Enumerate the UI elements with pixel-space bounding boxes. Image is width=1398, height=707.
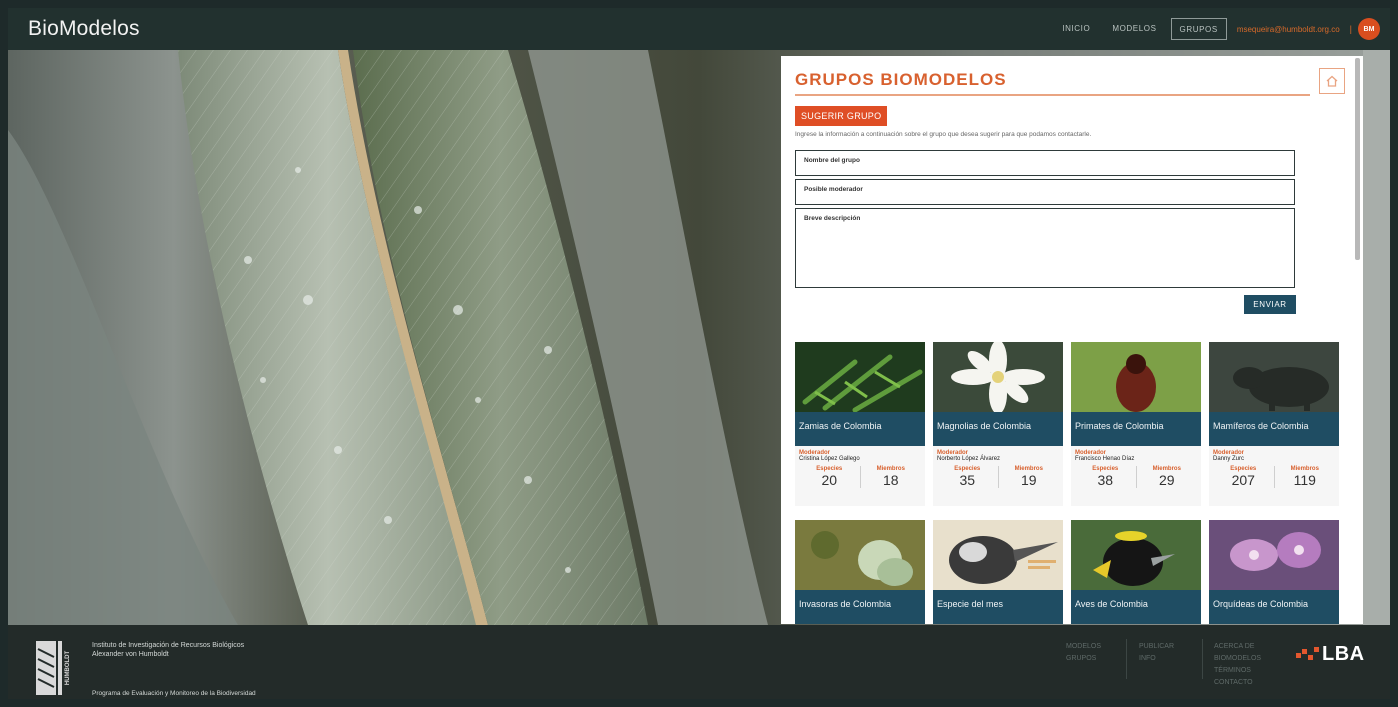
group-image — [1209, 342, 1339, 412]
group-image — [795, 520, 925, 590]
footer-col-1: MODELOS GRUPOS — [1066, 641, 1101, 665]
group-image — [795, 342, 925, 412]
group-info: Moderador Cristina López Gallego Especie… — [795, 446, 925, 506]
species-count: 38 — [1097, 472, 1114, 488]
group-card-invasoras[interactable]: Invasoras de Colombia — [795, 520, 925, 624]
group-name: Primates de Colombia — [1071, 412, 1201, 446]
app-logo-text[interactable]: BioModelos — [28, 17, 140, 41]
species-count: 35 — [959, 472, 976, 488]
lba-text: LBA — [1322, 643, 1365, 665]
moderator-name: Cristina López Gallego — [799, 456, 860, 462]
top-bar: BioModelos INICIO MODELOS GRUPOS msequei… — [8, 8, 1390, 50]
panel-title: GRUPOS BIOMODELOS — [795, 70, 1007, 89]
group-info: Moderador Francisco Henao Díaz Especies 3… — [1071, 446, 1201, 506]
institute-line-2: Alexander von Humboldt — [92, 651, 169, 658]
lba-logo[interactable]: LBA — [1296, 643, 1365, 666]
group-name-field[interactable]: Nombre del grupo — [795, 150, 1295, 176]
footer-link-acerca-de[interactable]: ACERCA DE — [1214, 641, 1261, 653]
moderator-name: Francisco Henao Díaz — [1075, 456, 1135, 462]
footer-divider — [1126, 639, 1127, 679]
footer-link-publicar[interactable]: PUBLICAR — [1139, 641, 1174, 653]
footer-link-terminos[interactable]: TÉRMINOS — [1214, 665, 1261, 677]
home-icon — [1326, 75, 1338, 87]
group-card-zamias[interactable]: Zamias de Colombia Moderador Cristina Ló… — [795, 342, 925, 506]
group-card-especie-del-mes[interactable]: Especie del mes — [933, 520, 1063, 624]
members-count: 119 — [1293, 472, 1316, 488]
footer-link-info[interactable]: INFO — [1139, 653, 1174, 665]
nav-modelos[interactable]: MODELOS — [1104, 18, 1164, 40]
institute-line-1: Instituto de Investigación de Recursos B… — [92, 642, 245, 649]
main-nav: INICIO MODELOS GRUPOS msequeira@humboldt… — [1054, 18, 1380, 40]
send-button[interactable]: ENVIAR — [1244, 295, 1296, 314]
groups-panel: GRUPOS BIOMODELOS SUGERIR GRUPO Ingrese … — [781, 56, 1363, 624]
moderator-field[interactable]: Posible moderador — [795, 179, 1295, 205]
logo-text: HUMBOLDT — [65, 651, 71, 686]
nav-separator: | — [1349, 24, 1352, 34]
footer: HUMBOLDT Instituto de Investigación de R… — [8, 625, 1390, 699]
members-count: 19 — [1020, 472, 1037, 488]
footer-link-biomodelos[interactable]: BIOMODELOS — [1214, 653, 1261, 665]
moderator-name: Danny Zurc — [1213, 456, 1245, 462]
group-name: Mamíferos de Colombia — [1209, 412, 1339, 446]
home-button[interactable] — [1319, 68, 1345, 94]
suggest-description: Ingrese la información a continuación so… — [795, 131, 1092, 138]
members-count: 18 — [882, 472, 899, 488]
user-email-link[interactable]: msequeira@humboldt.org.co — [1233, 25, 1344, 34]
members-count: 29 — [1158, 472, 1175, 488]
description-textarea[interactable]: Breve descripción — [795, 208, 1295, 288]
group-image — [1209, 520, 1339, 590]
group-image — [933, 520, 1063, 590]
group-card-aves[interactable]: Aves de Colombia — [1071, 520, 1201, 624]
moderator-name: Norberto López Álvarez — [937, 456, 1001, 462]
group-name: Orquídeas de Colombia — [1209, 590, 1339, 624]
group-name: Especie del mes — [933, 590, 1063, 624]
program-name: Programa de Evaluación y Monitoreo de la… — [92, 690, 256, 697]
group-image — [1071, 342, 1201, 412]
footer-col-3: ACERCA DE BIOMODELOS TÉRMINOS CONTACTO — [1214, 641, 1261, 689]
group-image — [933, 342, 1063, 412]
humboldt-logo[interactable]: HUMBOLDT — [36, 641, 82, 695]
group-name: Invasoras de Colombia — [795, 590, 925, 624]
group-name: Magnolias de Colombia — [933, 412, 1063, 446]
group-info: Moderador Danny Zurc Especies 207 Miembro… — [1209, 446, 1339, 506]
panel-scrollbar[interactable] — [1355, 58, 1360, 260]
species-count: 207 — [1231, 472, 1255, 488]
nav-inicio[interactable]: INICIO — [1054, 18, 1098, 40]
group-card-orquideas[interactable]: Orquídeas de Colombia — [1209, 520, 1339, 624]
group-image — [1071, 520, 1201, 590]
footer-divider — [1202, 639, 1203, 679]
footer-link-grupos[interactable]: GRUPOS — [1066, 653, 1101, 665]
nav-grupos[interactable]: GRUPOS — [1170, 18, 1227, 40]
group-info: Moderador Norberto López Álvarez Especie… — [933, 446, 1063, 506]
group-card-primates[interactable]: Primates de Colombia Moderador Francisco… — [1071, 342, 1201, 506]
group-name: Zamias de Colombia — [795, 412, 925, 446]
group-card-magnolias[interactable]: Magnolias de Colombia Moderador Norberto… — [933, 342, 1063, 506]
group-name: Aves de Colombia — [1071, 590, 1201, 624]
lba-mark-icon — [1296, 646, 1319, 660]
user-avatar[interactable]: BM — [1358, 18, 1380, 40]
institute-name: Instituto de Investigación de Recursos B… — [92, 641, 244, 659]
footer-col-2: PUBLICAR INFO — [1139, 641, 1174, 665]
group-card-mamiferos[interactable]: Mamíferos de Colombia Moderador Danny Zu… — [1209, 342, 1339, 506]
footer-link-contacto[interactable]: CONTACTO — [1214, 677, 1261, 689]
species-count: 20 — [821, 472, 838, 488]
suggest-group-button[interactable]: SUGERIR GRUPO — [795, 106, 888, 126]
footer-link-modelos[interactable]: MODELOS — [1066, 641, 1101, 653]
title-divider — [795, 94, 1310, 96]
